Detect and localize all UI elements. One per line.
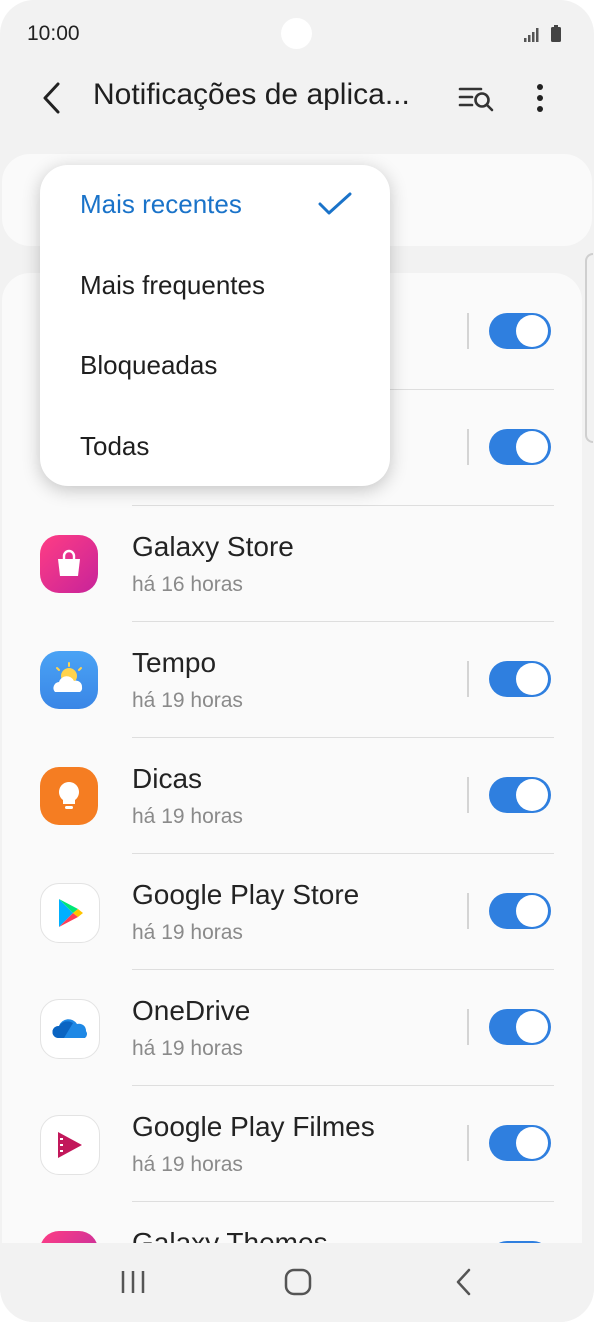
more-options-button[interactable] (520, 76, 560, 120)
checkmark-icon (318, 192, 352, 215)
divider (467, 1009, 469, 1045)
app-time: há 19 horas (132, 1153, 243, 1176)
app-time: há 19 horas (132, 921, 243, 944)
search-button[interactable] (454, 78, 498, 118)
notification-toggle[interactable] (489, 1125, 551, 1161)
sort-menu-popup: Mais recentes Mais frequentes Bloqueadas… (40, 165, 390, 486)
app-name: Google Play Store (132, 879, 360, 910)
row-divider (132, 621, 554, 622)
galaxy-store-icon (40, 535, 98, 593)
recents-button[interactable] (103, 1257, 163, 1307)
tips-bulb-icon (40, 767, 98, 825)
back-chevron-icon (456, 1268, 471, 1296)
sort-option-blocked[interactable]: Bloqueadas (40, 326, 390, 406)
film-play-icon (58, 1132, 82, 1158)
status-bar: 10:00 (0, 0, 594, 66)
scrollbar[interactable] (585, 253, 593, 443)
row-divider (132, 853, 554, 854)
notification-toggle[interactable] (489, 661, 551, 697)
notification-toggle[interactable] (489, 893, 551, 929)
list-item-dicas[interactable]: Dicas há 19 horas (2, 737, 582, 853)
app-name: Tempo (132, 647, 217, 678)
row-divider (132, 1201, 554, 1202)
toggle-knob (516, 663, 548, 695)
navigation-bar (0, 1243, 594, 1322)
camera-cutout (281, 18, 312, 49)
more-vertical-icon (537, 84, 543, 112)
sort-option-label: Mais recentes (80, 189, 242, 219)
play-movies-icon (40, 1115, 100, 1175)
recents-icon (121, 1271, 145, 1293)
toggle-knob (516, 431, 548, 463)
weather-icon (40, 651, 98, 709)
divider (467, 313, 469, 349)
list-item-google-play-store[interactable]: Google Play Store há 19 horas (2, 853, 582, 969)
notification-toggle[interactable] (489, 429, 551, 465)
signal-icon (524, 25, 561, 42)
toggle-knob (516, 895, 548, 927)
app-time: há 19 horas (132, 689, 243, 712)
toggle-knob (516, 779, 548, 811)
row-divider (132, 737, 554, 738)
notification-toggle[interactable] (489, 777, 551, 813)
app-name: Galaxy Store (132, 531, 294, 562)
divider (467, 777, 469, 813)
divider (467, 893, 469, 929)
back-button[interactable] (30, 76, 74, 120)
toggle-knob (516, 1011, 548, 1043)
list-item-tempo[interactable]: Tempo há 19 horas (2, 621, 582, 737)
shopping-bag-icon (58, 549, 80, 576)
app-time: há 19 horas (132, 1037, 243, 1060)
back-arrow-icon (43, 82, 60, 114)
notification-toggle[interactable] (489, 1009, 551, 1045)
list-item-google-play-filmes[interactable]: Google Play Filmes há 19 horas (2, 1085, 582, 1201)
sort-option-label: Todas (80, 431, 150, 461)
onedrive-icon (40, 999, 100, 1059)
sun-cloud-icon (53, 662, 83, 692)
bulb-icon (58, 782, 79, 809)
app-name: OneDrive (132, 995, 251, 1026)
app-name: Google Play Filmes (132, 1111, 375, 1142)
sort-option-all[interactable]: Todas (40, 407, 390, 487)
divider (467, 429, 469, 465)
sort-option-recent[interactable]: Mais recentes (40, 165, 390, 245)
home-icon (284, 1268, 312, 1296)
back-nav-button[interactable] (434, 1257, 494, 1307)
app-bar: Notificações de aplica... (0, 66, 594, 128)
toggle-knob (516, 1127, 548, 1159)
phone-screen: 10:00 Notificações de aplica... Galaxy S… (0, 0, 594, 1322)
list-item-onedrive[interactable]: OneDrive há 19 horas (2, 969, 582, 1085)
home-button[interactable] (268, 1257, 328, 1307)
sort-option-label: Bloqueadas (80, 350, 218, 380)
toggle-knob (516, 315, 548, 347)
divider (467, 1125, 469, 1161)
sort-option-frequent[interactable]: Mais frequentes (40, 246, 390, 326)
app-time: há 16 horas (132, 573, 243, 596)
list-item-galaxy-store[interactable]: Galaxy Store há 16 horas (2, 505, 582, 621)
notification-toggle[interactable] (489, 313, 551, 349)
page-title: Notificações de aplica... (93, 78, 410, 111)
status-time: 10:00 (27, 22, 80, 45)
filter-search-icon (458, 87, 494, 112)
cloud-icon (52, 1019, 87, 1038)
row-divider (132, 505, 554, 506)
app-name: Dicas (132, 763, 203, 794)
app-time: há 19 horas (132, 805, 243, 828)
row-divider (132, 1085, 554, 1086)
play-triangle-icon (59, 899, 83, 927)
sort-option-label: Mais frequentes (80, 270, 265, 300)
system-icons (522, 24, 568, 44)
row-divider (132, 969, 554, 970)
google-play-icon (40, 883, 100, 943)
divider (467, 661, 469, 697)
